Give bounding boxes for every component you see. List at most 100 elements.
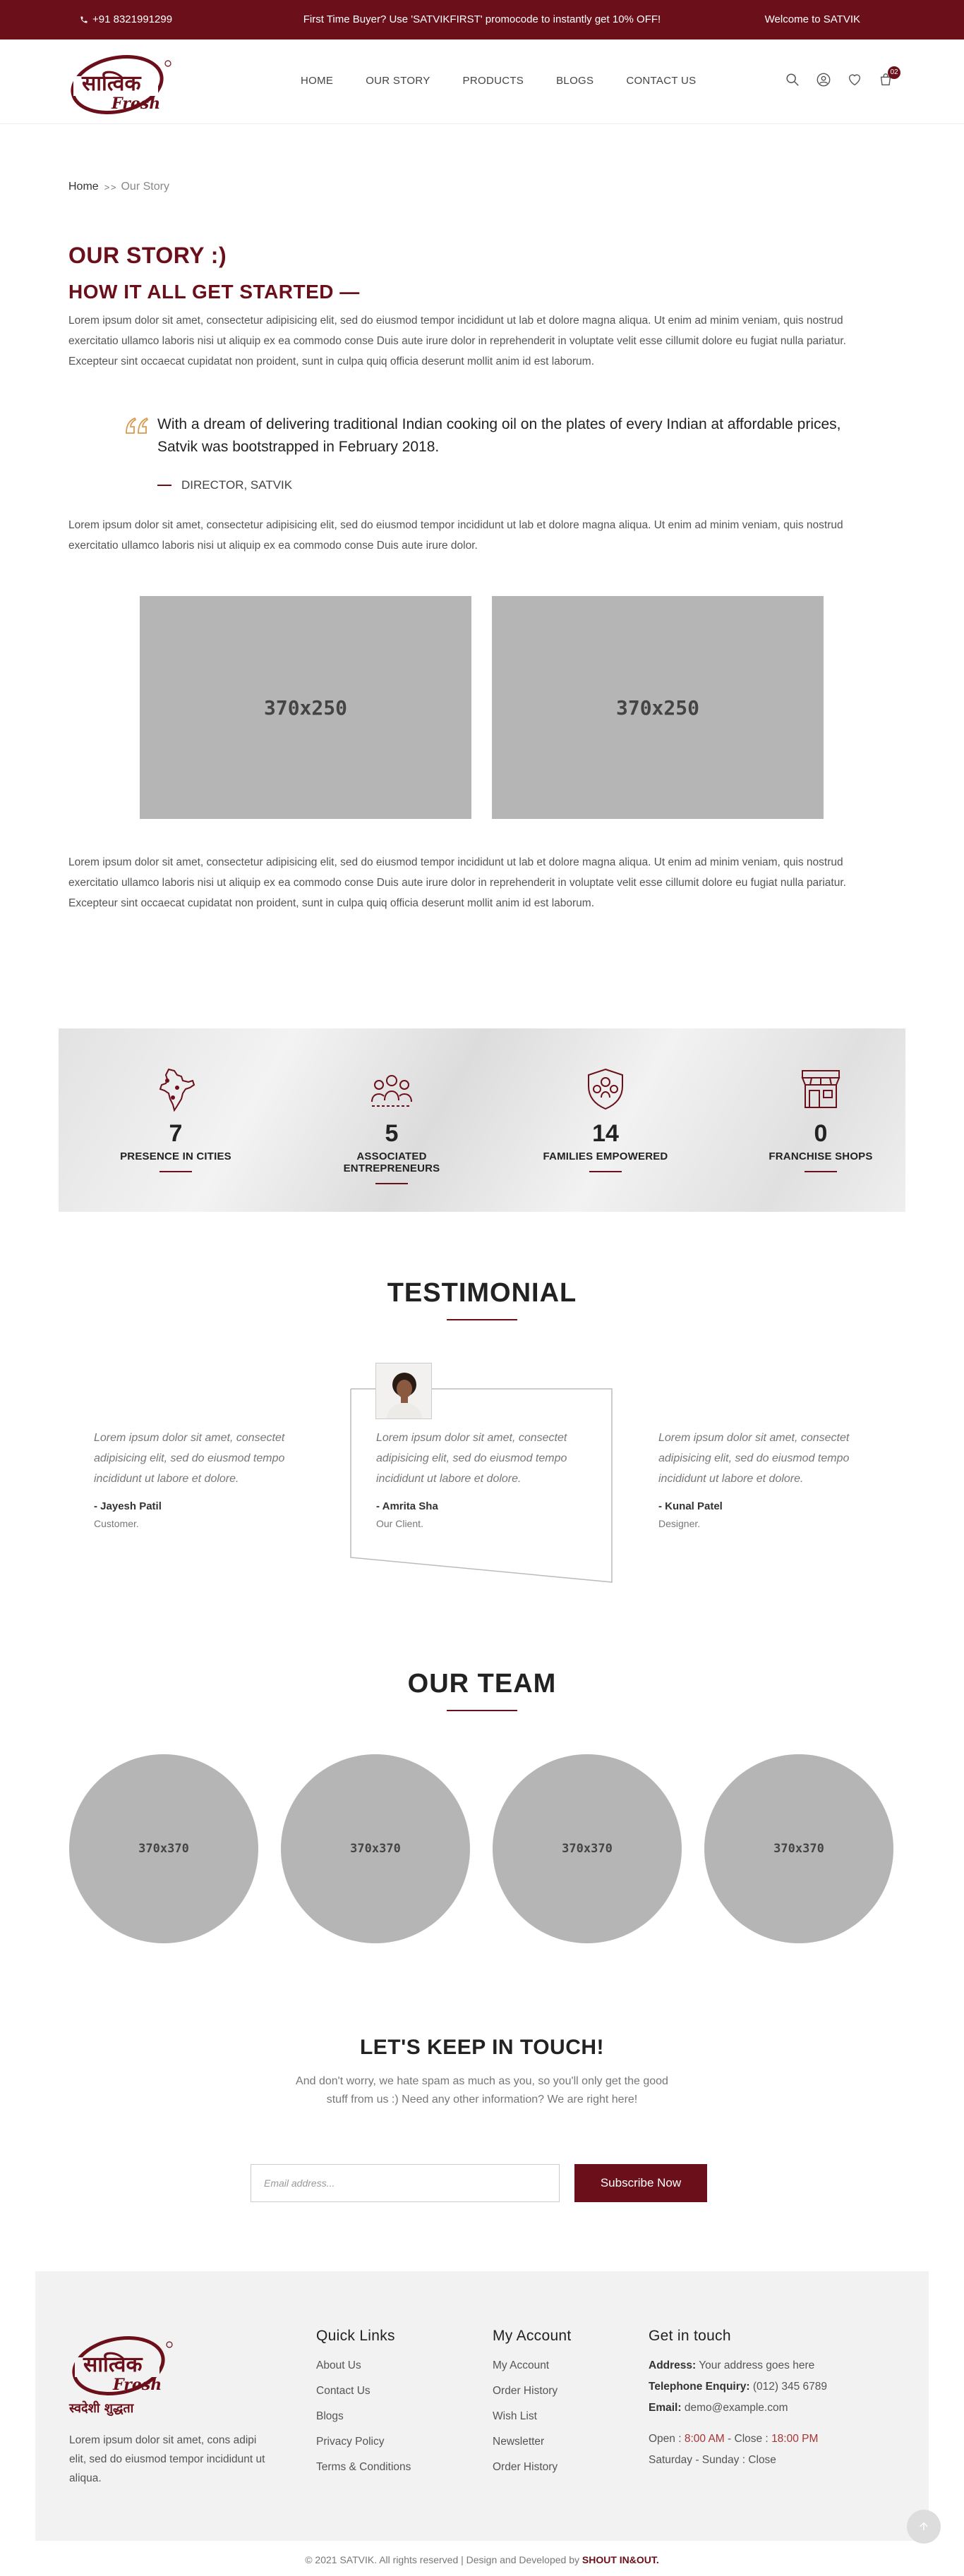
site-footer: सात्विक Fresh स्वदेशी शुद्धता Lorem ipsu…: [35, 2271, 929, 2541]
nav-our-story[interactable]: OUR STORY: [366, 75, 430, 87]
nav-home[interactable]: HOME: [301, 75, 333, 87]
footer-link-blogs[interactable]: Blogs: [316, 2408, 411, 2425]
author-dash: [157, 485, 171, 486]
breadcrumb: Home > > Our Story: [68, 181, 169, 193]
copyright-text: © 2021 SATVIK. All rights reserved | Des…: [305, 2554, 579, 2565]
footer-quick-links: Quick Links About Us Contact Us Blogs Pr…: [316, 2328, 411, 2484]
testimonial-name: - Amrita Sha: [376, 1500, 438, 1512]
stat-label: FRANCHISE SHOPS: [769, 1150, 873, 1162]
team-member-3[interactable]: 370x370: [493, 1754, 682, 1943]
stat-cities: 7 PRESENCE IN CITIES: [91, 1067, 260, 1172]
phone-label: Telephone Enquiry:: [649, 2381, 750, 2393]
shop-icon: [801, 1070, 841, 1108]
footer-link-order-history-2[interactable]: Order History: [493, 2459, 572, 2476]
footer-logo[interactable]: सात्विक Fresh: [69, 2329, 175, 2400]
stat-number: 14: [592, 1120, 619, 1147]
hours-close-label: - Close :: [728, 2433, 769, 2445]
quote-icon: [126, 417, 149, 434]
stat-label: FAMILIES EMPOWERED: [543, 1150, 668, 1162]
search-icon[interactable]: [785, 72, 800, 87]
header-icons: 02: [785, 66, 900, 87]
family-shield-icon: [588, 1068, 623, 1110]
stat-underline: [375, 1183, 408, 1184]
quote-author: DIRECTOR, SATVIK: [157, 478, 292, 492]
cart-count-badge: 02: [888, 66, 900, 79]
testimonial-name: - Kunal Patel: [658, 1500, 723, 1512]
stat-number: 5: [385, 1120, 399, 1147]
avatar: [375, 1363, 432, 1419]
footer-link-my-account[interactable]: My Account: [493, 2357, 572, 2374]
stat-entrepreneurs: 5 ASSOCIATED ENTREPRENEURS: [307, 1067, 476, 1184]
team-member-1[interactable]: 370x370: [69, 1754, 258, 1943]
story-image-2: 370x250: [492, 596, 824, 819]
avatar-image: [376, 1363, 431, 1418]
stat-number: 7: [169, 1120, 183, 1147]
team-member-4[interactable]: 370x370: [704, 1754, 893, 1943]
footer-quick-links-title: Quick Links: [316, 2328, 395, 2344]
team-member-2[interactable]: 370x370: [281, 1754, 470, 1943]
stat-underline: [159, 1171, 192, 1172]
svg-text:Fresh: Fresh: [111, 95, 160, 113]
india-map-icon: [159, 1068, 195, 1112]
stat-label: ASSOCIATED ENTREPRENEURS: [343, 1150, 440, 1174]
story-image-1: 370x250: [140, 596, 471, 819]
hours-open-time: 8:00 AM: [684, 2433, 725, 2445]
developer-link[interactable]: SHOUT IN&OUT.: [582, 2554, 659, 2565]
quote-text: With a dream of delivering traditional I…: [157, 416, 841, 455]
page-title: OUR STORY :): [68, 243, 227, 268]
stat-underline: [805, 1171, 837, 1172]
testimonial-card-3: Lorem ipsum dolor sit amet, consectet ad…: [658, 1428, 884, 1529]
copyright: © 2021 SATVIK. All rights reserved | Des…: [0, 2554, 964, 2565]
stat-franchise: 0 FRANCHISE SHOPS: [736, 1067, 905, 1172]
email-input[interactable]: [251, 2164, 560, 2202]
footer-weekend: Saturday - Sunday : Close: [649, 2454, 776, 2466]
testimonial-text: Lorem ipsum dolor sit amet, consectet ad…: [376, 1432, 567, 1485]
footer-hours: Open : 8:00 AM - Close : 18:00 PM: [649, 2431, 827, 2448]
stat-label: PRESENCE IN CITIES: [120, 1150, 231, 1162]
testimonial-card-1: Lorem ipsum dolor sit amet, consectet ad…: [94, 1428, 320, 1529]
site-header: सात्विक Fresh HOME OUR STORY PRODUCTS BL…: [0, 40, 964, 124]
testimonial-card-2: Lorem ipsum dolor sit amet, consectet ad…: [376, 1428, 602, 1529]
story-paragraph-3: Lorem ipsum dolor sit amet, consectetur …: [68, 856, 846, 909]
footer-contact-title: Get in touch: [649, 2328, 731, 2344]
footer-email: Email: demo@example.com: [649, 2400, 827, 2417]
testimonial-role: Designer.: [658, 1518, 701, 1529]
nav-blogs[interactable]: BLOGS: [556, 75, 594, 87]
footer-phone: Telephone Enquiry: (012) 345 6789: [649, 2378, 827, 2395]
footer-link-order-history[interactable]: Order History: [493, 2383, 572, 2400]
scroll-to-top-button[interactable]: [907, 2510, 941, 2544]
footer-link-contact-us[interactable]: Contact Us: [316, 2383, 411, 2400]
breadcrumb-home[interactable]: Home: [68, 181, 99, 193]
satvik-logo[interactable]: सात्विक Fresh: [68, 48, 174, 116]
footer-link-wish-list[interactable]: Wish List: [493, 2408, 572, 2425]
user-icon[interactable]: [816, 72, 831, 87]
hours-open-label: Open :: [649, 2433, 682, 2445]
footer-link-about-us[interactable]: About Us: [316, 2357, 411, 2374]
heart-icon[interactable]: [847, 72, 862, 87]
testimonial-title: TESTIMONIAL: [387, 1278, 577, 1308]
newsletter-title: LET'S KEEP IN TOUCH!: [359, 2036, 605, 2059]
svg-text:Fresh: Fresh: [112, 2376, 162, 2394]
people-group-icon: [371, 1075, 412, 1107]
svg-text:सात्विक: सात्विक: [81, 71, 141, 96]
breadcrumb-current: Our Story: [121, 181, 169, 193]
email-value[interactable]: demo@example.com: [685, 2402, 788, 2414]
nav-products[interactable]: PRODUCTS: [463, 75, 524, 87]
footer-tagline: स्वदेशी शुद्धता: [69, 2401, 134, 2416]
footer-link-privacy-policy[interactable]: Privacy Policy: [316, 2434, 411, 2450]
footer-link-terms[interactable]: Terms & Conditions: [316, 2459, 411, 2476]
phone-value[interactable]: (012) 345 6789: [753, 2381, 827, 2393]
stat-underline: [589, 1171, 622, 1172]
svg-text:सात्विक: सात्विक: [83, 2352, 143, 2377]
cart-button[interactable]: 02: [878, 66, 900, 87]
nav-contact-us[interactable]: CONTACT US: [626, 75, 696, 87]
footer-address: Address: Your address goes here: [649, 2357, 827, 2374]
footer-link-newsletter[interactable]: Newsletter: [493, 2434, 572, 2450]
story-paragraph-2: Lorem ipsum dolor sit amet, consectetur …: [68, 519, 843, 552]
address-value: Your address goes here: [699, 2359, 815, 2371]
stats-section: 7 PRESENCE IN CITIES 5 ASSOCIATED ENTREP…: [59, 1028, 905, 1212]
email-label: Email:: [649, 2402, 682, 2414]
subscribe-button[interactable]: Subscribe Now: [574, 2164, 707, 2202]
footer-my-account-title: My Account: [493, 2328, 572, 2344]
footer-my-account: My Account My Account Order History Wish…: [493, 2328, 572, 2484]
